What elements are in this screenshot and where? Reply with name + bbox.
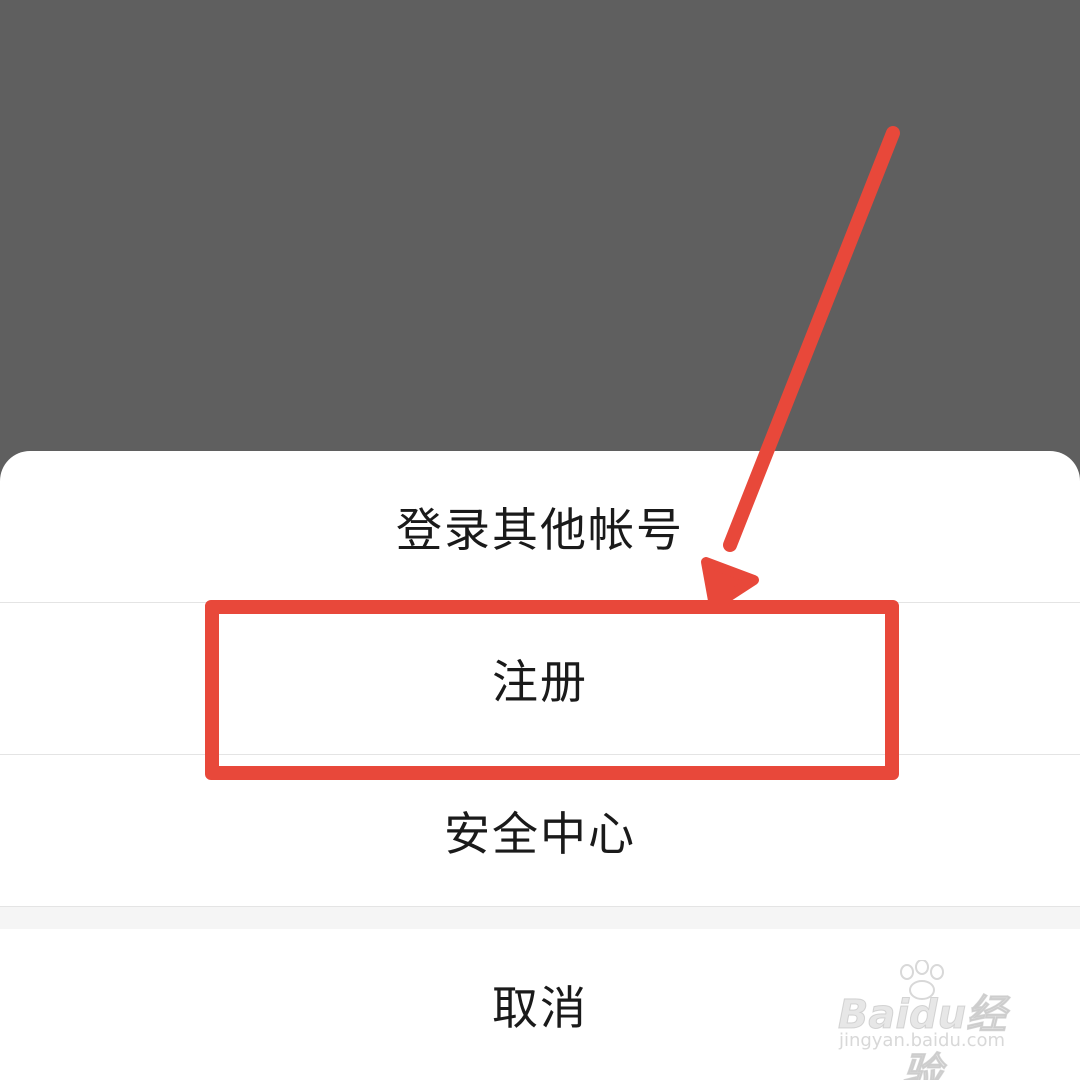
register-option[interactable]: 注册 bbox=[0, 603, 1080, 754]
section-gap bbox=[0, 906, 1080, 929]
cancel-button[interactable]: 取消 bbox=[0, 929, 1080, 1080]
security-center-option[interactable]: 安全中心 bbox=[0, 755, 1080, 906]
phone-screen: 登录其他帐号 注册 安全中心 取消 Baidu经验 jingyan.baidu.… bbox=[0, 0, 1080, 1080]
login-other-account-option[interactable]: 登录其他帐号 bbox=[0, 451, 1080, 602]
action-sheet: 登录其他帐号 注册 安全中心 取消 bbox=[0, 451, 1080, 1080]
